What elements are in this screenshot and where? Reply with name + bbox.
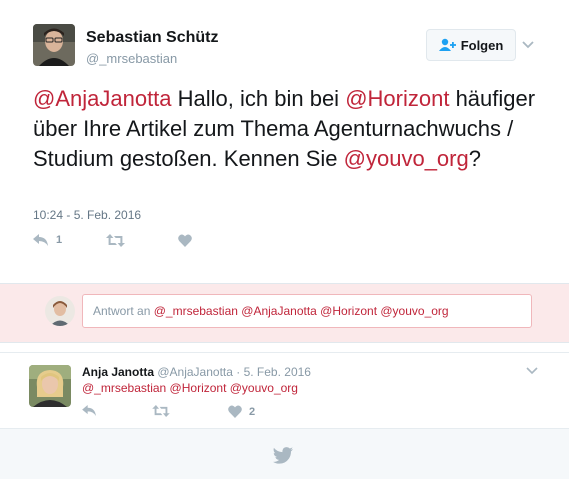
like-button[interactable]: [178, 234, 199, 247]
reply-retweet-button[interactable]: [152, 405, 177, 417]
reply-composer: Antwort an @_mrsebastian @AnjaJanotta @H…: [0, 283, 569, 343]
main-tweet: Sebastian Schütz @_mrsebastian Folgen @A…: [0, 0, 569, 283]
heart-icon: [228, 405, 242, 418]
reply-reply-button[interactable]: [82, 405, 104, 416]
add-user-icon: [438, 38, 456, 51]
heart-icon: [178, 234, 192, 247]
reply-author-line: Anja Janotta @AnjaJanotta · 5. Feb. 2016: [82, 365, 311, 379]
mention-link[interactable]: @youvo_org: [344, 146, 469, 171]
reply-icon: [82, 405, 96, 416]
tweet-text-segment: ?: [468, 146, 481, 171]
reply-mentions: @_mrsebastian @AnjaJanotta @Horizont @yo…: [153, 304, 449, 318]
reply-author-avatar[interactable]: [29, 365, 71, 407]
reply-count: 1: [56, 234, 63, 246]
footer: [0, 428, 569, 479]
follow-button[interactable]: Folgen: [426, 29, 516, 61]
author-name[interactable]: Sebastian Schütz: [86, 29, 218, 47]
follow-label: Folgen: [460, 37, 504, 53]
reply-prefix: Antwort an: [93, 304, 151, 318]
reply-like-count: 2: [249, 405, 256, 418]
reply-author-name[interactable]: Anja Janotta: [82, 365, 154, 379]
twitter-bird-icon[interactable]: [273, 447, 293, 464]
chevron-down-icon[interactable]: [525, 365, 539, 377]
retweet-button[interactable]: [106, 234, 132, 247]
reply-button[interactable]: 1: [33, 234, 62, 246]
author-avatar[interactable]: [33, 24, 75, 66]
chevron-down-icon[interactable]: [520, 38, 536, 52]
mention-link[interactable]: @AnjaJanotta: [33, 86, 172, 111]
reply-tweet: Anja Janotta @AnjaJanotta · 5. Feb. 2016…: [0, 352, 569, 428]
current-user-avatar: [45, 296, 75, 326]
reply-like-button[interactable]: 2: [228, 405, 255, 418]
reply-text[interactable]: @_mrsebastian @Horizont @youvo_org: [82, 381, 298, 395]
reply-input[interactable]: Antwort an @_mrsebastian @AnjaJanotta @H…: [82, 294, 532, 328]
retweet-icon: [152, 405, 170, 417]
author-handle[interactable]: @_mrsebastian: [86, 51, 177, 66]
mention-link[interactable]: @Horizont: [345, 86, 449, 111]
retweet-icon: [106, 234, 125, 247]
reply-icon: [33, 234, 48, 246]
reply-meta[interactable]: @AnjaJanotta · 5. Feb. 2016: [157, 365, 311, 379]
tweet-timestamp[interactable]: 10:24 - 5. Feb. 2016: [33, 208, 141, 222]
tweet-text-segment: Hallo, ich bin bei: [171, 86, 346, 111]
tweet-text: @AnjaJanotta Hallo, ich bin bei @Horizon…: [33, 84, 543, 174]
